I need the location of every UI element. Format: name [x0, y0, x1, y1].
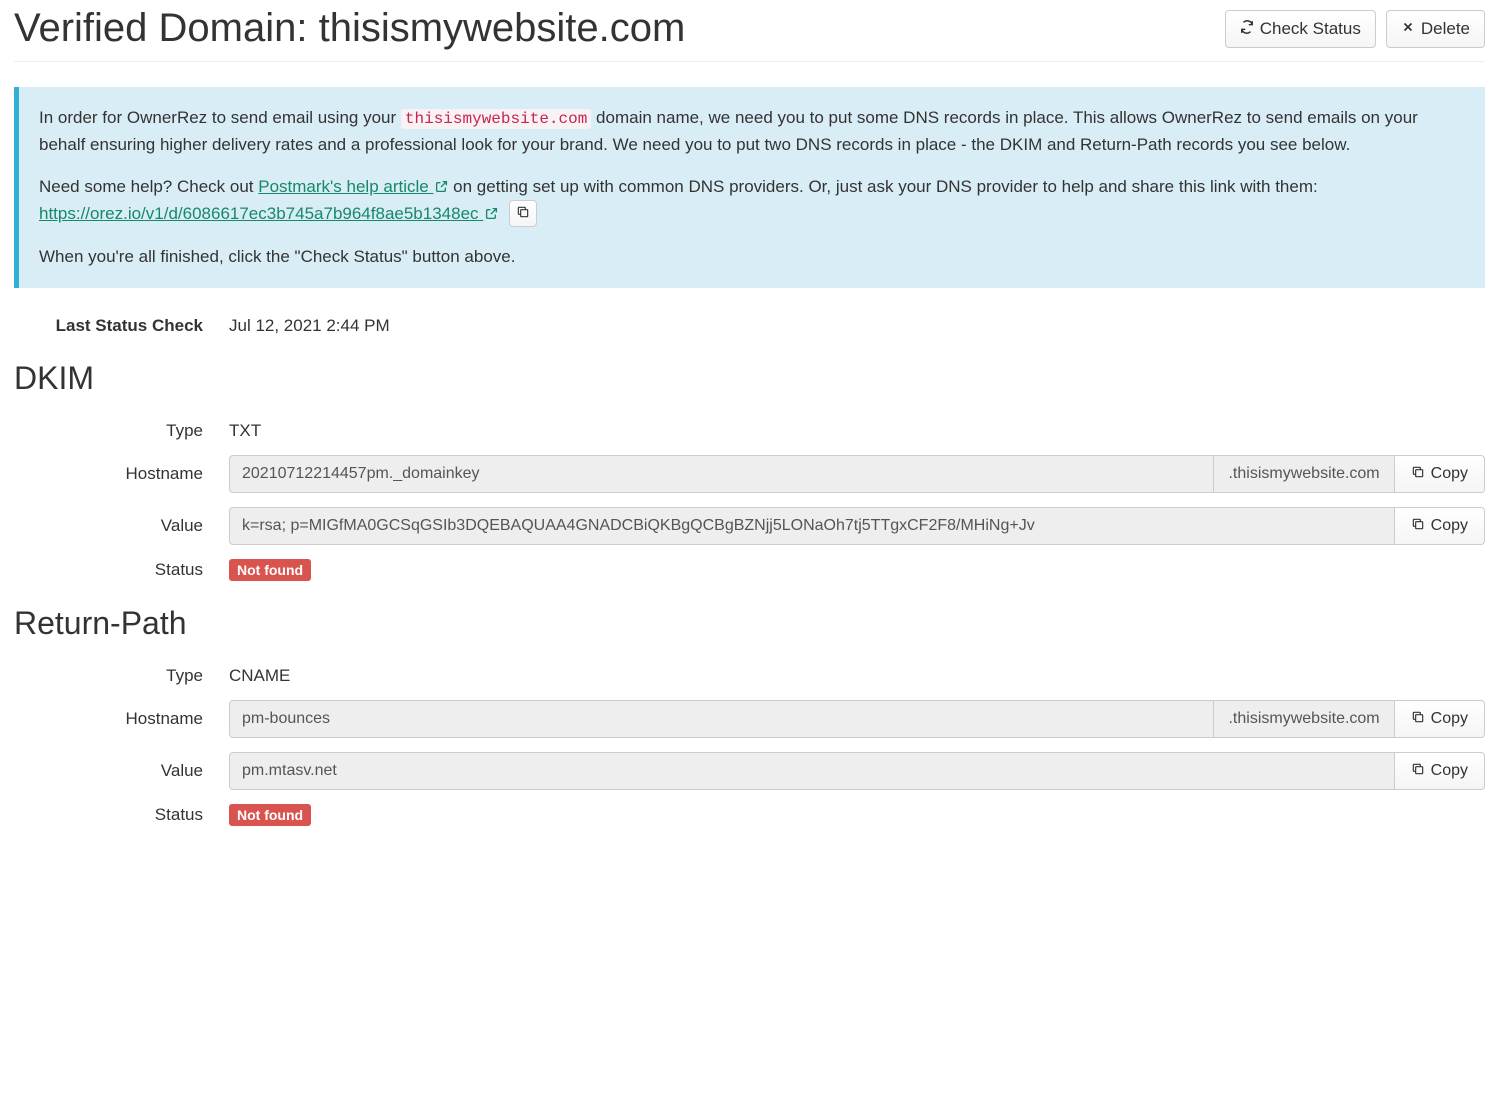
- info-alert: In order for OwnerRez to send email usin…: [14, 87, 1485, 288]
- external-link-icon: [485, 202, 498, 215]
- copy-label: Copy: [1431, 762, 1468, 780]
- postmark-help-link[interactable]: Postmark's help article: [258, 177, 448, 196]
- domain-code: thisismywebsite.com: [401, 109, 591, 129]
- share-link[interactable]: https://orez.io/v1/d/6086617ec3b745a7b96…: [39, 204, 498, 223]
- rp-hostname-suffix: .thisismywebsite.com: [1214, 700, 1394, 738]
- copy-icon: [1411, 710, 1425, 729]
- link-text: https://orez.io/v1/d/6086617ec3b745a7b96…: [39, 204, 483, 223]
- delete-button[interactable]: Delete: [1386, 10, 1485, 48]
- header-actions: Check Status Delete: [1225, 10, 1485, 48]
- link-text: Postmark's help article: [258, 177, 433, 196]
- copy-icon: [516, 205, 530, 222]
- alert-text: Need some help? Check out: [39, 177, 258, 196]
- alert-text: on getting set up with common DNS provid…: [448, 177, 1317, 196]
- last-status-row: Last Status Check Jul 12, 2021 2:44 PM: [14, 316, 1485, 336]
- value-label: Value: [14, 761, 229, 781]
- copy-icon: [1411, 465, 1425, 484]
- status-label: Status: [14, 805, 229, 825]
- page-header: Verified Domain: thisismywebsite.com Che…: [14, 0, 1485, 62]
- copy-rp-hostname-button[interactable]: Copy: [1395, 700, 1485, 738]
- copy-dkim-hostname-button[interactable]: Copy: [1395, 455, 1485, 493]
- copy-icon: [1411, 762, 1425, 781]
- dkim-hostname-suffix: .thisismywebsite.com: [1214, 455, 1394, 493]
- dkim-hostname-row: Hostname 20210712214457pm._domainkey .th…: [14, 455, 1485, 493]
- alert-text: In order for OwnerRez to send email usin…: [39, 108, 401, 127]
- dkim-type-value: TXT: [229, 421, 1485, 441]
- check-status-button[interactable]: Check Status: [1225, 10, 1376, 48]
- refresh-icon: [1240, 19, 1254, 39]
- dkim-hostname-field: 20210712214457pm._domainkey: [229, 455, 1214, 493]
- hostname-label: Hostname: [14, 709, 229, 729]
- close-icon: [1401, 19, 1415, 39]
- check-status-label: Check Status: [1260, 19, 1361, 39]
- status-badge: Not found: [229, 804, 311, 826]
- alert-paragraph-3: When you're all finished, click the "Che…: [39, 244, 1465, 270]
- alert-paragraph-1: In order for OwnerRez to send email usin…: [39, 105, 1465, 158]
- dkim-value-row: Value k=rsa; p=MIGfMA0GCSqGSIb3DQEBAQUAA…: [14, 507, 1485, 545]
- rp-hostname-field: pm-bounces: [229, 700, 1214, 738]
- copy-label: Copy: [1431, 517, 1468, 535]
- delete-label: Delete: [1421, 19, 1470, 39]
- rp-value-field: pm.mtasv.net: [229, 752, 1395, 790]
- rp-type-row: Type CNAME: [14, 666, 1485, 686]
- copy-rp-value-button[interactable]: Copy: [1395, 752, 1485, 790]
- rp-value-row: Value pm.mtasv.net Copy: [14, 752, 1485, 790]
- value-label: Value: [14, 516, 229, 536]
- dkim-status-row: Status Not found: [14, 559, 1485, 581]
- rp-status-row: Status Not found: [14, 804, 1485, 826]
- copy-dkim-value-button[interactable]: Copy: [1395, 507, 1485, 545]
- copy-label: Copy: [1431, 465, 1468, 483]
- copy-link-button[interactable]: [509, 200, 537, 227]
- rp-type-value: CNAME: [229, 666, 1485, 686]
- last-status-value: Jul 12, 2021 2:44 PM: [229, 316, 1485, 336]
- copy-label: Copy: [1431, 710, 1468, 728]
- type-label: Type: [14, 421, 229, 441]
- rp-hostname-row: Hostname pm-bounces .thisismywebsite.com…: [14, 700, 1485, 738]
- dkim-value-field: k=rsa; p=MIGfMA0GCSqGSIb3DQEBAQUAA4GNADC…: [229, 507, 1395, 545]
- hostname-label: Hostname: [14, 464, 229, 484]
- status-label: Status: [14, 560, 229, 580]
- alert-paragraph-2: Need some help? Check out Postmark's hel…: [39, 174, 1465, 228]
- page-title: Verified Domain: thisismywebsite.com: [14, 6, 685, 51]
- dkim-type-row: Type TXT: [14, 421, 1485, 441]
- external-link-icon: [435, 175, 448, 188]
- last-status-label: Last Status Check: [14, 316, 229, 336]
- dkim-heading: DKIM: [14, 360, 1485, 397]
- status-badge: Not found: [229, 559, 311, 581]
- copy-icon: [1411, 517, 1425, 536]
- return-path-heading: Return-Path: [14, 605, 1485, 642]
- type-label: Type: [14, 666, 229, 686]
